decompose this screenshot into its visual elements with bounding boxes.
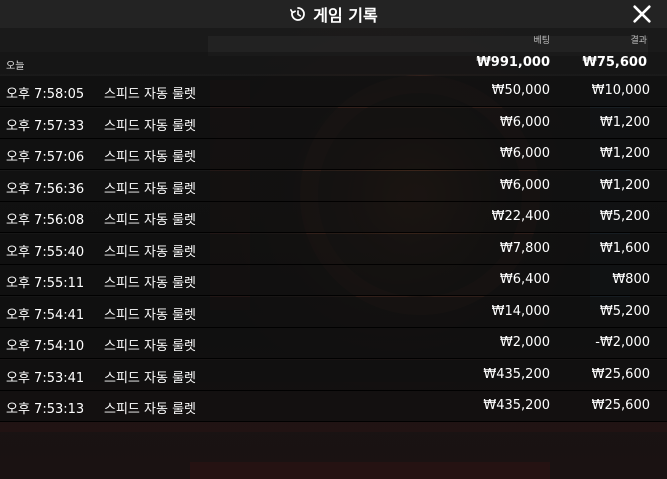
history-row[interactable]: 오후 7:55:11 스피드 자동 룰렛 ₩6,400 ₩800: [0, 265, 667, 296]
row-bet: ₩14,000: [491, 303, 550, 319]
row-result: ₩1,200: [599, 114, 650, 130]
column-header-bet: 베팅: [533, 36, 550, 46]
row-bet: ₩6,400: [499, 272, 550, 287]
row-time: 오후 7:54:41: [6, 307, 85, 323]
row-game: 스피드 자동 룰렛: [104, 402, 196, 417]
row-bet: ₩6,000: [499, 114, 550, 130]
row-time: 오후 7:55:11: [6, 276, 85, 291]
row-time: 오후 7:56:08: [6, 213, 85, 228]
history-row[interactable]: 오후 7:56:36 스피드 자동 룰렛 ₩6,000 ₩1,200: [0, 170, 667, 202]
history-row[interactable]: 오후 7:54:41 스피드 자동 룰렛 ₩14,000 ₩5,200: [0, 296, 667, 328]
history-icon: [290, 7, 306, 21]
row-result: ₩25,600: [591, 398, 650, 413]
history-row[interactable]: 오후 7:53:13 스피드 자동 룰렛 ₩435,200 ₩25,600: [0, 391, 667, 422]
row-result: ₩25,600: [591, 366, 650, 382]
row-time: 오후 7:56:36: [6, 181, 85, 197]
row-time: 오후 7:53:13: [6, 402, 85, 417]
row-bet: ₩6,000: [499, 146, 550, 161]
history-row[interactable]: 오후 7:58:05 스피드 자동 룰렛 ₩50,000 ₩10,000: [0, 76, 667, 107]
close-icon[interactable]: [631, 3, 653, 25]
summary-row-today: 오늘 ₩991,000 ₩75,600: [0, 52, 667, 74]
panel-title: 게임 기록: [313, 6, 378, 25]
row-time: 오후 7:57:06: [6, 150, 85, 165]
row-bet: ₩6,000: [499, 177, 550, 193]
row-game: 스피드 자동 룰렛: [104, 370, 196, 386]
row-game: 스피드 자동 룰렛: [104, 181, 196, 197]
history-row[interactable]: 오후 7:57:06 스피드 자동 룰렛 ₩6,000 ₩1,200: [0, 139, 667, 170]
column-header-result: 결과: [630, 36, 647, 46]
row-bet: ₩22,400: [491, 209, 550, 224]
history-row[interactable]: 오후 7:55:40 스피드 자동 룰렛 ₩7,800 ₩1,600: [0, 233, 667, 265]
row-result: ₩10,000: [591, 83, 650, 98]
history-row[interactable]: 오후 7:56:08 스피드 자동 룰렛 ₩22,400 ₩5,200: [0, 202, 667, 233]
game-history-panel: 게임 기록 베팅 결과 오늘 ₩991,000 ₩75,600 오후 7:58:…: [0, 0, 667, 479]
history-row[interactable]: 오후 7:57:33 스피드 자동 룰렛 ₩6,000 ₩1,200: [0, 107, 667, 139]
row-bet: ₩50,000: [491, 83, 550, 98]
row-result: ₩5,200: [599, 209, 650, 224]
summary-bet-total: ₩991,000: [476, 55, 550, 70]
title-group: 게임 기록: [0, 0, 667, 28]
row-game: 스피드 자동 룰렛: [104, 276, 196, 291]
row-game: 스피드 자동 룰렛: [104, 87, 196, 102]
row-result: ₩1,200: [599, 146, 650, 161]
panel-header: 게임 기록: [0, 0, 667, 28]
row-bet: ₩435,200: [483, 366, 550, 382]
row-game: 스피드 자동 룰렛: [104, 213, 196, 228]
history-list: 오후 7:58:05 스피드 자동 룰렛 ₩50,000 ₩10,000 오후 …: [0, 76, 667, 423]
row-bet: ₩2,000: [499, 335, 550, 350]
row-time: 오후 7:53:41: [6, 370, 85, 386]
row-bet: ₩7,800: [499, 240, 550, 256]
row-time: 오후 7:58:05: [6, 87, 85, 102]
row-bet: ₩435,200: [483, 398, 550, 413]
row-game: 스피드 자동 룰렛: [104, 244, 196, 260]
summary-label: 오늘: [6, 61, 25, 72]
row-time: 오후 7:54:10: [6, 339, 85, 354]
summary-result-total: ₩75,600: [582, 55, 647, 70]
history-row[interactable]: 오후 7:53:41 스피드 자동 룰렛 ₩435,200 ₩25,600: [0, 359, 667, 391]
row-result: ₩1,600: [599, 240, 650, 256]
row-time: 오후 7:57:33: [6, 118, 85, 134]
row-time: 오후 7:55:40: [6, 244, 85, 260]
row-game: 스피드 자동 룰렛: [104, 307, 196, 323]
row-game: 스피드 자동 룰렛: [104, 339, 196, 354]
row-game: 스피드 자동 룰렛: [104, 118, 196, 134]
history-row[interactable]: 오후 7:54:10 스피드 자동 룰렛 ₩2,000 -₩2,000: [0, 328, 667, 359]
row-result: ₩5,200: [599, 303, 650, 319]
row-result: -₩2,000: [595, 335, 650, 350]
row-result: ₩800: [612, 272, 650, 287]
row-game: 스피드 자동 룰렛: [104, 150, 196, 165]
row-result: ₩1,200: [599, 177, 650, 193]
